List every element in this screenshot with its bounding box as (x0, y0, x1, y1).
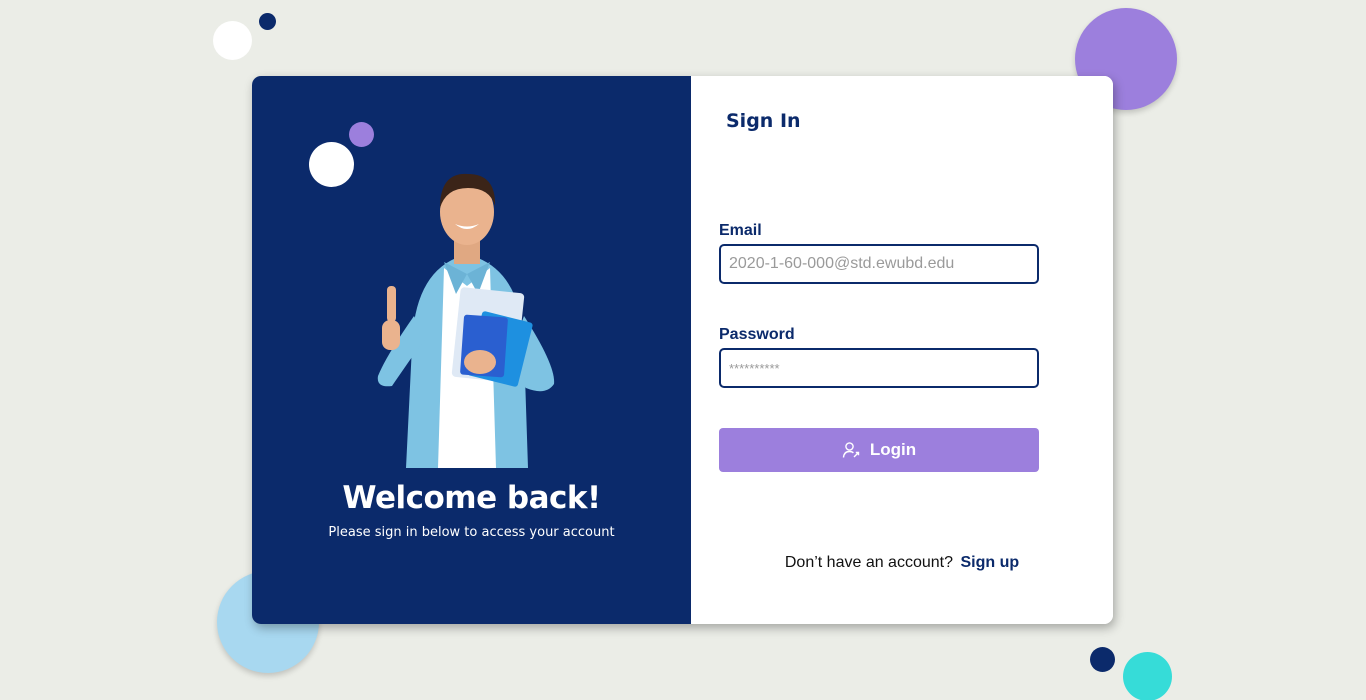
decor-dot-purple (349, 122, 374, 147)
welcome-subtitle: Please sign in below to access your acco… (328, 525, 615, 540)
decor-dot-white (309, 142, 354, 187)
login-button[interactable]: Login (719, 428, 1039, 472)
login-card: Welcome back! Please sign in below to ac… (252, 76, 1113, 624)
signin-panel: Sign In Email Password Login Don’t have … (691, 76, 1113, 624)
email-label: Email (719, 222, 762, 239)
user-login-icon (842, 442, 860, 458)
decor-circle-white (213, 21, 252, 60)
decor-circle-teal (1123, 652, 1172, 700)
welcome-panel: Welcome back! Please sign in below to ac… (252, 76, 691, 624)
decor-circle-navy-small (1090, 647, 1115, 672)
page: Welcome back! Please sign in below to ac… (0, 0, 1366, 700)
no-account-text: Don’t have an account? (784, 554, 953, 571)
decor-circle-navy (259, 13, 276, 30)
welcome-title: Welcome back! (342, 480, 601, 516)
login-button-label: Login (869, 440, 917, 459)
password-field[interactable] (719, 348, 1039, 388)
password-label: Password (719, 326, 795, 343)
student-illustration (377, 173, 555, 468)
signup-prompt: Don’t have an account? Sign up (691, 554, 1113, 572)
email-field[interactable] (719, 244, 1039, 284)
signup-link[interactable]: Sign up (960, 554, 1019, 571)
signin-title: Sign In (726, 110, 801, 132)
